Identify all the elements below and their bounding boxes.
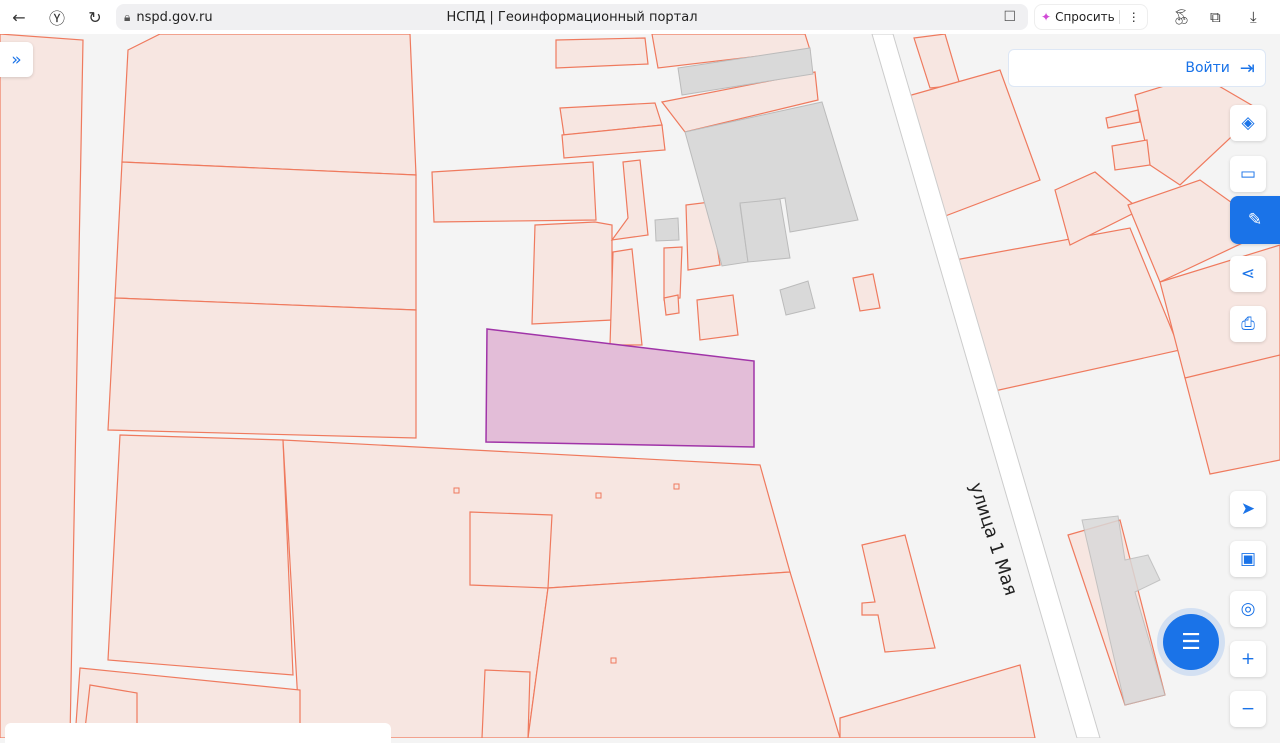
parcel	[1111, 139, 1151, 171]
parcel[interactable]	[469, 511, 553, 589]
address-bar[interactable]: 🔒︎ nspd.gov.ru НСПД | Геоинформационный …	[116, 4, 1028, 30]
minus-icon: −	[1240, 699, 1256, 719]
selected-parcel[interactable]	[485, 328, 755, 448]
collections-icon[interactable]: ⧉	[1210, 8, 1221, 26]
lock-icon: 🔒︎	[124, 9, 131, 24]
parcel[interactable]	[107, 434, 294, 676]
search-location-button[interactable]: ◎	[1230, 591, 1266, 627]
url-text: nspd.gov.ru	[136, 9, 213, 25]
login-button[interactable]: Войти ⇥	[1008, 49, 1266, 87]
share-button[interactable]: ⋖	[1230, 256, 1266, 292]
sparkle-icon: ✦	[1041, 10, 1052, 24]
locate-button[interactable]: ➤	[1230, 491, 1266, 527]
draw-tool-button[interactable]: ✎	[1230, 196, 1280, 244]
bottom-panel[interactable]	[5, 723, 391, 743]
parcel	[861, 534, 936, 653]
parcel	[610, 159, 649, 241]
print-icon: ⎙	[1241, 314, 1255, 334]
parcel	[696, 294, 739, 341]
layers-icon: ◈	[1241, 113, 1255, 133]
login-icon: ⇥	[1239, 57, 1255, 79]
location-search-icon: ◎	[1240, 599, 1256, 619]
building	[739, 198, 791, 263]
chat-button[interactable]: ☰	[1163, 614, 1219, 670]
ruler-icon: ▭	[1239, 164, 1257, 184]
yandex-icon[interactable]: Ⓨ	[38, 5, 76, 29]
parcel[interactable]	[527, 571, 841, 738]
minimap-icon: ▣	[1239, 549, 1257, 569]
parcel[interactable]	[839, 664, 1036, 738]
expand-sidebar-button[interactable]: »	[0, 42, 33, 77]
back-icon[interactable]: ←	[0, 8, 38, 27]
ask-button[interactable]: ✦ Спросить ⋮	[1034, 4, 1148, 30]
extension-icon[interactable]: 🍒︎	[1172, 8, 1191, 26]
parcel[interactable]	[107, 297, 417, 439]
parcel	[663, 294, 680, 316]
parcel[interactable]	[0, 34, 84, 738]
layers-button[interactable]: ◈	[1230, 105, 1266, 141]
map-canvas[interactable]	[0, 34, 1280, 738]
ask-label: Спросить	[1055, 10, 1115, 24]
plus-icon: +	[1240, 649, 1256, 669]
parcel[interactable]	[481, 669, 531, 738]
zoom-in-button[interactable]: +	[1230, 641, 1266, 677]
parcel	[555, 37, 649, 69]
parcel[interactable]	[114, 161, 417, 311]
parcel	[609, 248, 643, 346]
bookmark-icon[interactable]: ☐	[1003, 9, 1016, 25]
share-icon: ⋖	[1240, 264, 1256, 284]
parcel	[852, 273, 881, 312]
building	[654, 217, 680, 242]
zoom-out-button[interactable]: −	[1230, 691, 1266, 727]
draw-icon: ✎	[1247, 210, 1263, 230]
navigation-icon: ➤	[1240, 499, 1256, 519]
browser-toolbar: ← Ⓨ ↻ 🔒︎ nspd.gov.ru НСПД | Геоинформаци…	[0, 0, 1280, 34]
parcel	[913, 34, 961, 89]
chat-icon: ☰	[1181, 629, 1201, 655]
parcel	[663, 246, 683, 301]
download-icon[interactable]: ⤓	[1250, 8, 1257, 26]
more-icon[interactable]: ⋮	[1118, 10, 1140, 24]
print-button[interactable]: ⎙	[1230, 306, 1266, 342]
parcel	[431, 161, 597, 223]
ruler-button[interactable]: ▭	[1230, 156, 1266, 192]
building	[779, 280, 816, 316]
parcel	[1105, 109, 1141, 129]
page-title: НСПД | Геоинформационный портал	[446, 9, 698, 25]
login-label: Войти	[1185, 60, 1230, 76]
parcel[interactable]	[121, 34, 417, 176]
reload-icon[interactable]: ↻	[76, 8, 114, 27]
parcel	[531, 221, 613, 325]
minimap-button[interactable]: ▣	[1230, 541, 1266, 577]
